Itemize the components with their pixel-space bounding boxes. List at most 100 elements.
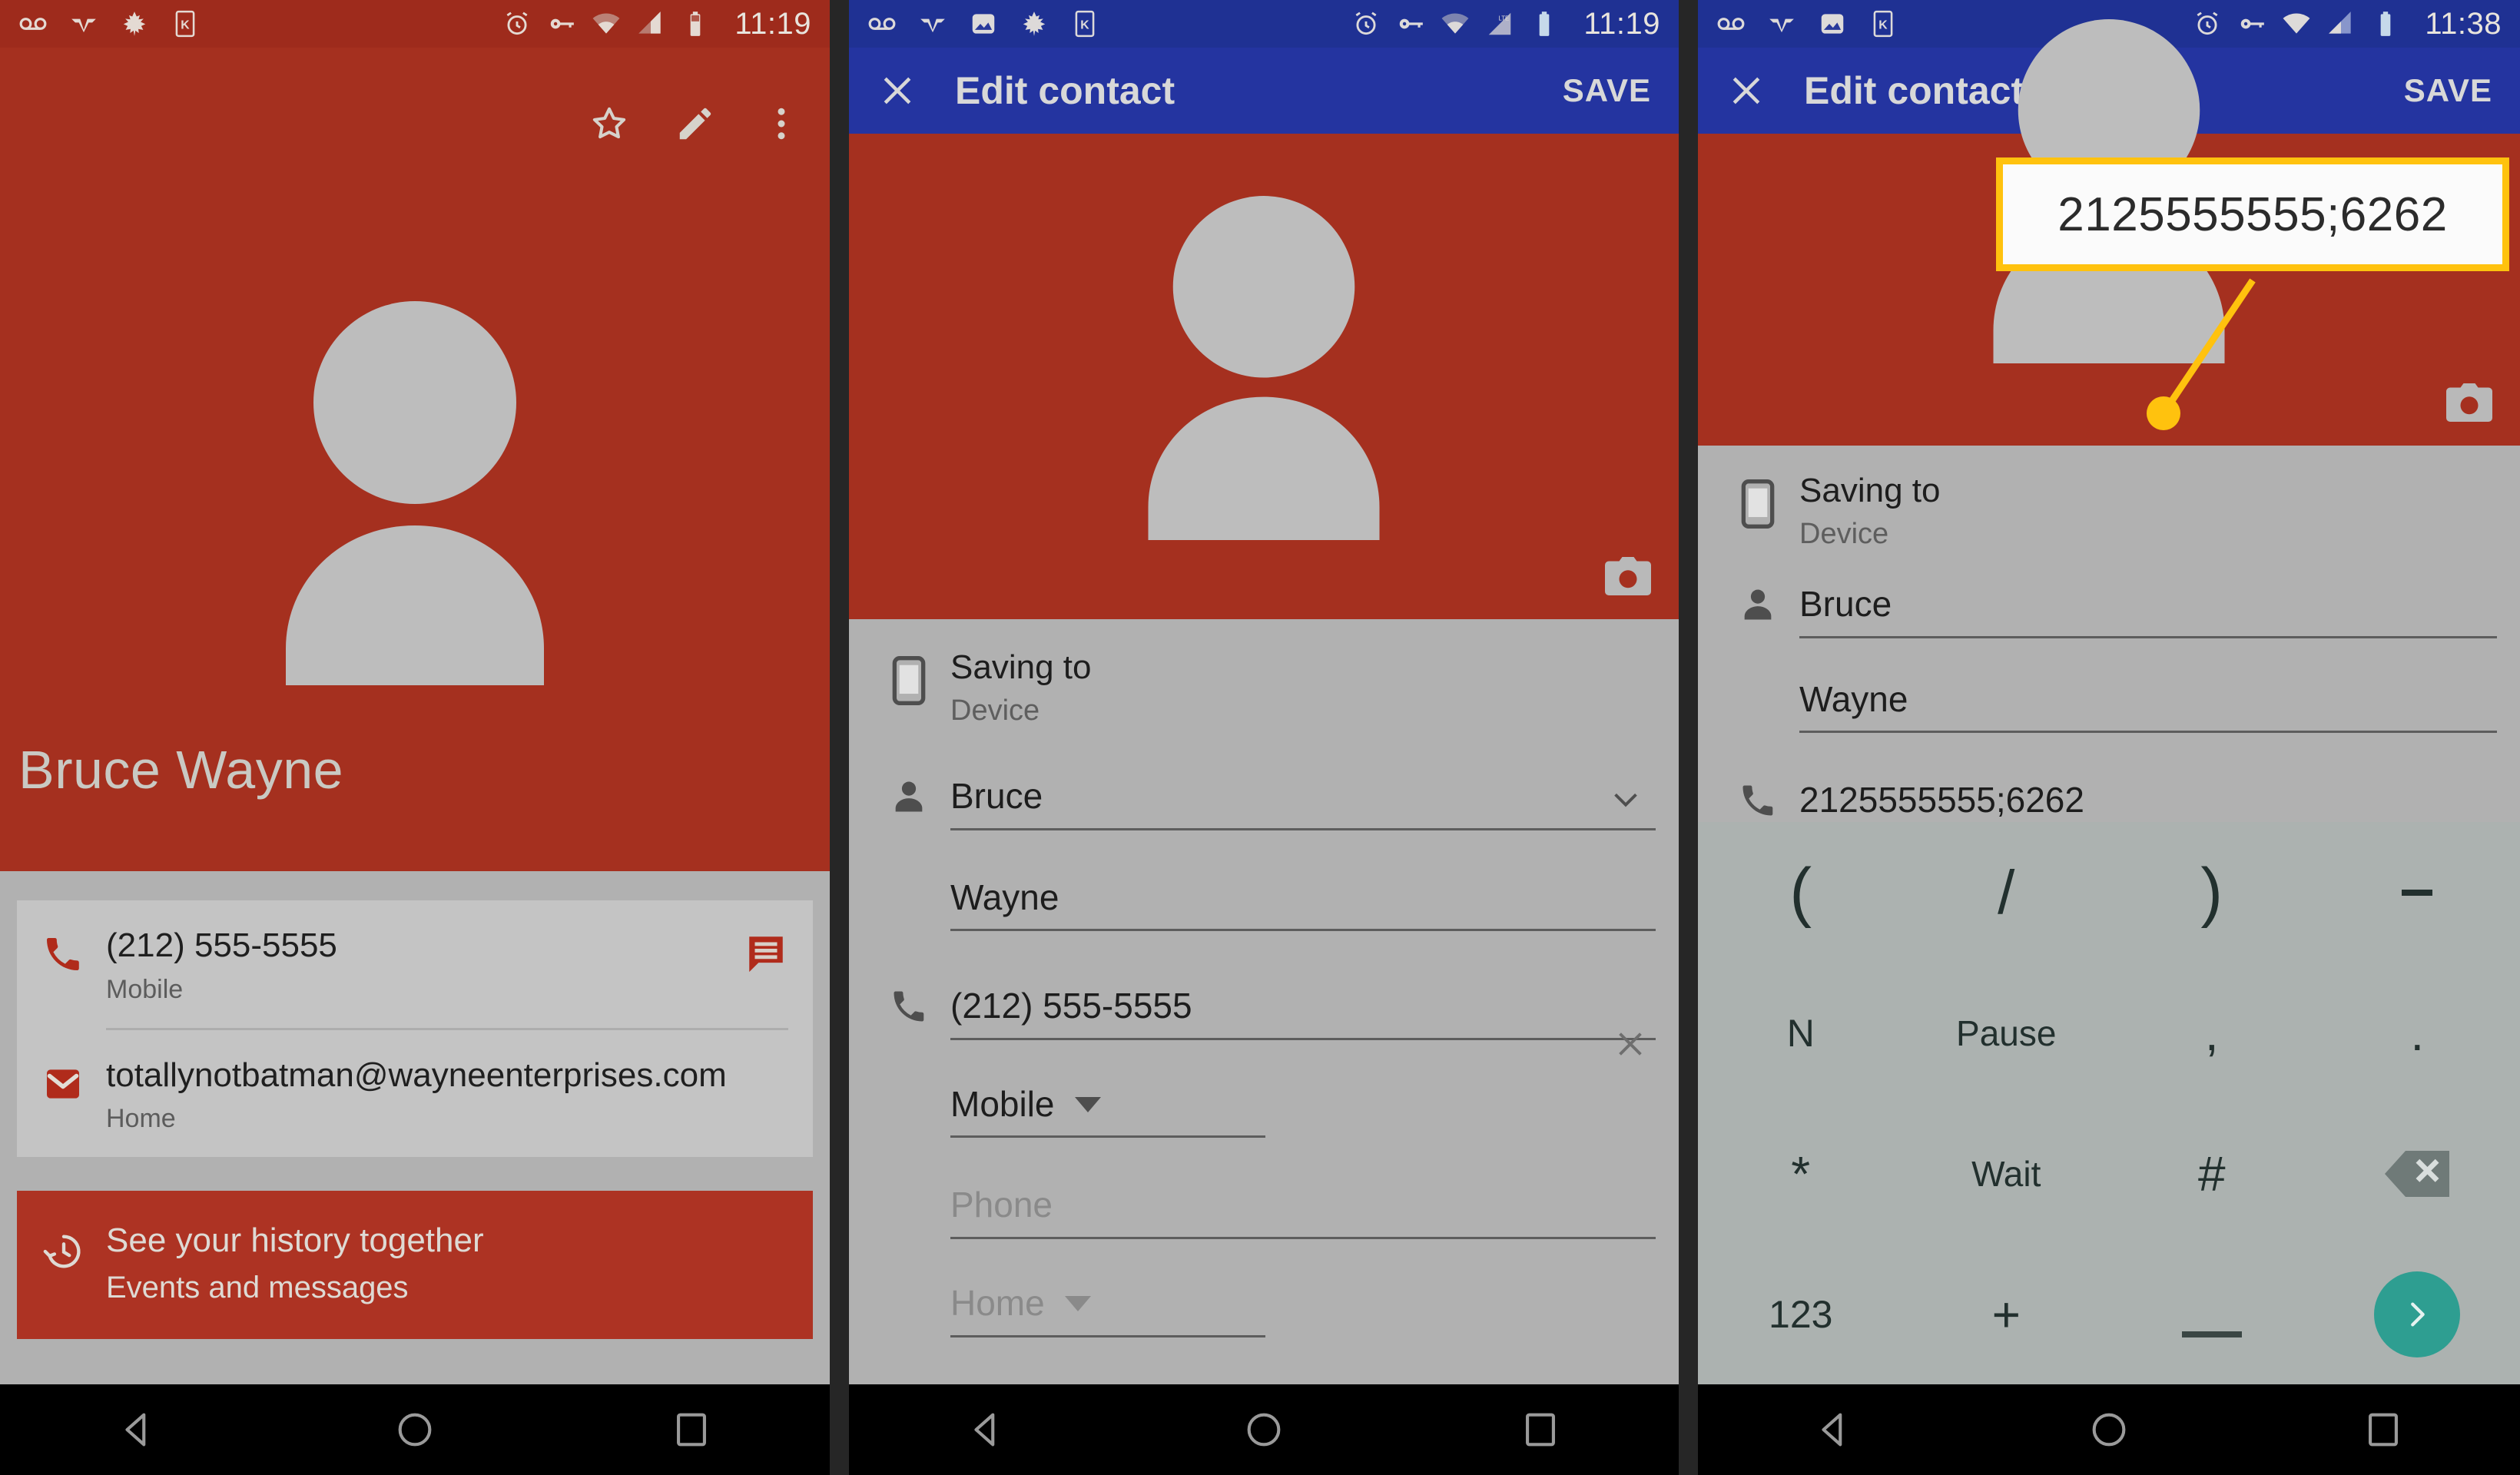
phone1-field[interactable]: (212) 555-5555 [950, 979, 1656, 1056]
key-backspace[interactable] [2315, 1103, 2520, 1244]
first-name-underline [950, 827, 1656, 830]
save-button[interactable]: SAVE [2404, 72, 2492, 109]
chevron-down-icon[interactable] [1608, 781, 1643, 817]
last-name-field[interactable]: Wayne [1799, 672, 2497, 734]
saving-to-value: Device [1799, 518, 1889, 550]
home-circle-icon[interactable] [1242, 1407, 1286, 1452]
voicemail-icon [1717, 18, 1745, 30]
camera-icon[interactable] [2446, 383, 2492, 423]
key-pause[interactable]: Pause [1904, 963, 2110, 1103]
recents-square-icon[interactable] [2361, 1407, 2406, 1452]
edit-contact-form-2: Saving to Device Bruce Wayne (212) 555-5… [849, 619, 1679, 1432]
keyboard-row: N Pause , . [1698, 963, 2520, 1103]
k-card-icon: K [1873, 10, 1893, 38]
panel-contact-detail: K 11:19 Bruce Wayne (212) 555-5555 Mobil… [0, 0, 830, 1475]
key-enter[interactable] [2315, 1244, 2520, 1384]
device-icon-wrap-3 [1721, 472, 1795, 529]
key-plus[interactable]: + [1904, 1244, 2110, 1384]
edit-contact-form-3: Saving to Device Bruce Wayne 2125555555;… [1698, 446, 2520, 877]
edit-pencil-icon[interactable] [675, 103, 716, 144]
phone2-type-value: Home [950, 1282, 1045, 1323]
saving-to-row-3[interactable]: Saving to Device [1698, 472, 2520, 551]
status-bar-panel2: K LTE 11:19 [849, 0, 1679, 48]
battery-icon [691, 12, 701, 36]
save-button[interactable]: SAVE [1563, 72, 1651, 109]
key-dash[interactable] [2315, 822, 2520, 963]
phone1-type-field[interactable]: Mobile [950, 1077, 1656, 1139]
saving-to-text: Saving to Device [946, 648, 1656, 728]
appbar-title: Edit contact [955, 69, 1175, 112]
close-x-icon[interactable] [877, 70, 918, 111]
saving-to-value: Device [950, 694, 1040, 727]
history-subtitle: Events and messages [106, 1271, 409, 1305]
svg-text:K: K [181, 18, 190, 31]
backspace-icon[interactable] [2385, 1150, 2450, 1198]
back-triangle-icon[interactable] [965, 1407, 1010, 1452]
name-fields-3: Bruce Wayne [1795, 577, 2497, 734]
contact-row-phone[interactable]: (212) 555-5555 Mobile [17, 900, 813, 1028]
vpn-wings-icon [920, 18, 945, 33]
key-hash[interactable]: # [2109, 1103, 2315, 1244]
key-slash[interactable]: / [1904, 822, 2110, 963]
status-bar-right-icons: 11:19 [502, 7, 811, 41]
device-phone-icon [1741, 479, 1775, 529]
key-wait[interactable]: Wait [1904, 1103, 2110, 1244]
camera-icon[interactable] [1605, 556, 1651, 596]
close-x-icon[interactable] [1726, 70, 1767, 111]
last-name-field[interactable]: Wayne [950, 870, 1656, 932]
android-nav-bar-panel1 [0, 1384, 830, 1475]
first-name-field[interactable]: Bruce [1799, 577, 2497, 638]
caret-down-icon[interactable] [1074, 1097, 1101, 1113]
home-circle-icon[interactable] [2087, 1407, 2131, 1452]
star-outline-icon[interactable] [589, 103, 630, 144]
person-avatar-icon [1148, 196, 1380, 540]
sms-message-icon[interactable] [744, 931, 788, 976]
recents-square-icon[interactable] [1518, 1407, 1563, 1452]
overflow-menu-icon[interactable] [761, 103, 802, 144]
android-nav-bar-panel3 [1698, 1384, 2520, 1475]
key-close-paren[interactable]: ) [2109, 822, 2315, 963]
person-avatar-icon [286, 301, 544, 685]
enter-button[interactable] [2374, 1271, 2461, 1357]
contact-hero: Bruce Wayne [0, 48, 830, 871]
panel-divider-2 [1679, 0, 1698, 1475]
contact-actions [589, 103, 802, 144]
caret-down-icon[interactable] [1064, 1296, 1091, 1312]
phone2-type-select[interactable]: Home [950, 1284, 1656, 1335]
key-123[interactable]: 123 [1698, 1244, 1904, 1384]
history-together-banner[interactable]: See your history together Events and mes… [17, 1191, 813, 1340]
person-icon-wrap [872, 769, 946, 817]
first-name-field[interactable]: Bruce [950, 769, 1656, 830]
svg-text:LTE: LTE [1499, 15, 1510, 22]
key-underscore[interactable] [2109, 1244, 2315, 1384]
contact-row-email[interactable]: totallynotbatman@wayneenterprises.com Ho… [17, 1030, 813, 1158]
phone2-type-field[interactable]: Home [950, 1276, 1656, 1337]
device-phone-icon [892, 656, 926, 705]
status-bar-clock: 11:19 [1583, 6, 1660, 41]
key-n[interactable]: N [1698, 963, 1904, 1103]
phone1-type-select[interactable]: Mobile [950, 1085, 1656, 1136]
saving-to-label: Saving to [950, 648, 1092, 686]
phone2-field[interactable]: Phone [950, 1178, 1656, 1239]
phone2-type-underline [950, 1334, 1265, 1337]
back-triangle-icon[interactable] [1812, 1407, 1857, 1452]
back-triangle-icon[interactable] [116, 1407, 161, 1452]
key-period[interactable]: . [2315, 963, 2520, 1103]
recents-square-icon[interactable] [669, 1407, 714, 1452]
key-open-paren[interactable]: ( [1698, 822, 1904, 963]
saving-to-row-2[interactable]: Saving to Device [849, 648, 1679, 728]
phone-fields-2: (212) 555-5555 Mobile Phone Home [946, 979, 1656, 1337]
status-bar-right-icons-2: LTE 11:19 [1351, 7, 1660, 41]
alarm-icon [1355, 12, 1377, 35]
signal-icon [638, 12, 662, 34]
key-asterisk[interactable]: * [1698, 1103, 1904, 1244]
underscore-glyph [2181, 1331, 2242, 1337]
home-circle-icon[interactable] [393, 1407, 437, 1452]
name-section-2: Bruce Wayne [849, 769, 1679, 932]
vpn-wings-icon [1769, 18, 1794, 33]
sms-action[interactable] [744, 926, 788, 979]
key-comma[interactable]: , [2109, 963, 2315, 1103]
close-x-icon[interactable] [1613, 1026, 1648, 1062]
signal-lte-icon: LTE [1489, 12, 1511, 35]
saving-to-label: Saving to [1799, 472, 1941, 509]
